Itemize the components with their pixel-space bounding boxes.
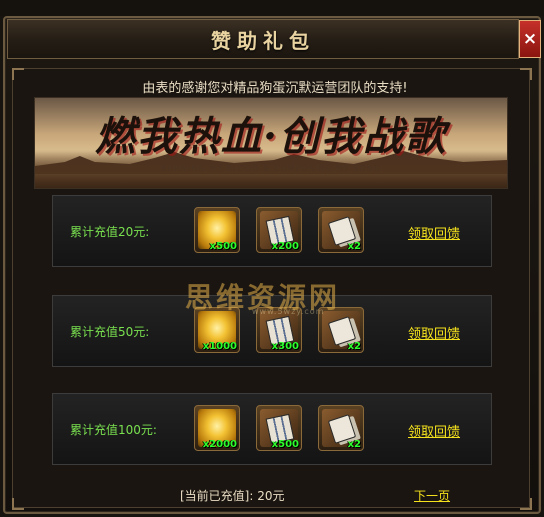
- claim-reward-link[interactable]: 领取回馈: [408, 223, 460, 242]
- promo-banner: 燃我热血·创我战歌 BURNING MY BLOOD & COMPOSING M…: [34, 97, 508, 189]
- next-page-link[interactable]: 下一页: [414, 487, 450, 504]
- item-quantity: x2: [347, 241, 361, 252]
- banner-subtitle: BURNING MY BLOOD & COMPOSING MY SONG: [160, 164, 381, 173]
- claim-reward-link[interactable]: 领取回馈: [408, 421, 460, 440]
- intro-text: 由表的感谢您对精品狗蛋沉默运营团队的支持!: [142, 81, 408, 96]
- claim-reward-link[interactable]: 领取回馈: [408, 323, 460, 342]
- banner-slogan: 燃我热血·创我战歌: [95, 113, 447, 160]
- reward-tier-100: 累计充值100元: x2000 x500 x2 领取回馈: [52, 393, 492, 465]
- window-title: 赞助礼包: [211, 28, 315, 53]
- item-quantity: x2: [347, 439, 361, 450]
- recharged-amount: [当前已充值]: 20元: [180, 489, 285, 503]
- item-quantity: x1000: [202, 341, 237, 352]
- reward-slot-gold[interactable]: x500: [194, 207, 240, 253]
- item-quantity: x2: [347, 341, 361, 352]
- item-quantity: x500: [209, 241, 237, 252]
- frame-corner: [12, 498, 24, 510]
- tier-label: 累计充值20元:: [70, 225, 150, 239]
- close-button[interactable]: ×: [519, 20, 541, 58]
- watermark-url: www.5wzy.com: [252, 307, 325, 316]
- tier-label: 累计充值50元:: [70, 325, 150, 339]
- frame-corner: [520, 68, 532, 80]
- top-strip: [0, 0, 544, 16]
- reward-slot-scroll[interactable]: x500: [256, 405, 302, 451]
- reward-slot-gold[interactable]: x2000: [194, 405, 240, 451]
- title-bar: 赞助礼包: [7, 19, 519, 59]
- frame-corner: [520, 498, 532, 510]
- tier-label: 累计充值100元:: [70, 423, 157, 437]
- item-quantity: x500: [271, 439, 299, 450]
- reward-slot-mahjong[interactable]: x2: [318, 405, 364, 451]
- item-quantity: x300: [271, 341, 299, 352]
- item-quantity: x200: [271, 241, 299, 252]
- item-quantity: x2000: [202, 439, 237, 450]
- frame-corner: [12, 68, 24, 80]
- sponsor-gift-panel: 赞助礼包 × 由表的感谢您对精品狗蛋沉默运营团队的支持! 燃我热血·创我战歌 B…: [0, 0, 544, 517]
- reward-slot-mahjong[interactable]: x2: [318, 207, 364, 253]
- reward-tier-20: 累计充值20元: x500 x200 x2 领取回馈: [52, 195, 492, 267]
- reward-slot-scroll[interactable]: x200: [256, 207, 302, 253]
